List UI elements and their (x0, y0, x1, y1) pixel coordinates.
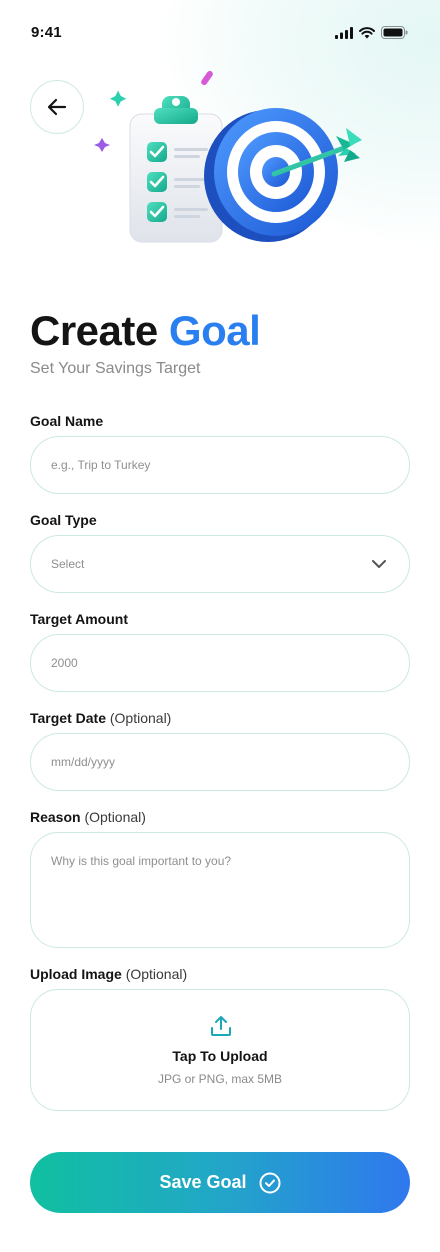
cellular-signal-icon (335, 26, 353, 39)
target-date-optional: (Optional) (109, 710, 172, 726)
upload-image-label-text: Upload Image (30, 966, 122, 982)
page-title: Create Goal (30, 305, 261, 357)
upload-image-label: Upload Image (Optional) (30, 966, 187, 982)
target-amount-label: Target Amount (30, 611, 128, 627)
target-date-label-text: Target Date (30, 710, 106, 726)
upload-image-dropzone[interactable]: Tap To Upload JPG or PNG, max 5MB (30, 989, 410, 1111)
arrow-left-icon (47, 98, 67, 116)
goal-name-input[interactable] (31, 437, 409, 493)
reason-label-text: Reason (30, 809, 81, 825)
goal-name-label: Goal Name (30, 413, 103, 429)
reason-label: Reason (Optional) (30, 809, 146, 825)
target-date-field (30, 733, 410, 791)
reason-optional: (Optional) (84, 809, 146, 825)
page-title-main: Create (30, 307, 158, 354)
status-icons (335, 26, 408, 39)
goal-name-label-text: Goal Name (30, 413, 104, 429)
goal-illustration (94, 70, 362, 243)
upload-hint: JPG or PNG, max 5MB (157, 1072, 283, 1086)
target-date-label: Target Date (Optional) (30, 710, 171, 726)
target-amount-field (30, 634, 410, 692)
upload-image-optional: (Optional) (125, 966, 188, 982)
create-goal-screen: 9:41 Create Goal Set Your Savings Target… (0, 0, 440, 1252)
check-circle-icon (259, 1172, 281, 1193)
goal-name-field (30, 436, 410, 494)
battery-icon (381, 26, 408, 39)
target-amount-input[interactable] (31, 635, 409, 691)
back-button[interactable] (30, 80, 84, 134)
wifi-icon (359, 26, 375, 38)
status-bar: 9:41 (0, 0, 440, 64)
page-subtitle: Set Your Savings Target (30, 360, 201, 377)
goal-type-label: Goal Type (30, 512, 97, 528)
upload-title: Tap To Upload (172, 1048, 268, 1064)
save-goal-button[interactable]: Save Goal (30, 1152, 410, 1213)
goal-type-select-value: Select (51, 557, 85, 571)
save-goal-label: Save Goal (159, 1172, 247, 1192)
page-title-accent: Goal (168, 307, 261, 354)
goal-type-label-text: Goal Type (30, 512, 97, 528)
upload-icon (211, 1016, 231, 1036)
status-time: 9:41 (31, 24, 62, 41)
target-amount-label-text: Target Amount (30, 611, 128, 627)
reason-field (30, 832, 410, 948)
reason-textarea[interactable] (31, 833, 409, 947)
target-date-input[interactable] (31, 734, 409, 790)
goal-type-select[interactable]: Select (30, 535, 410, 593)
chevron-down-icon (372, 560, 386, 568)
